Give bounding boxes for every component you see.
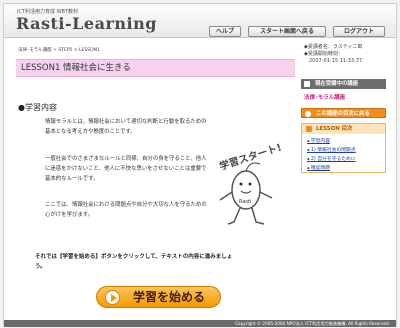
current-course-heading-label: 現在受講中の講座	[315, 81, 359, 87]
back-to-start-button[interactable]: スタート画面へ戻る	[248, 26, 326, 37]
breadcrumb: 法律･モラル講座 > STEP5 > LESSON1	[18, 48, 100, 53]
lesson-title: LESSON1 情報社会に生きる	[16, 59, 295, 77]
lesson-index-link[interactable]: 学習内容	[307, 137, 385, 146]
mascot-name: Rasti	[239, 199, 251, 205]
user-name: ◆受講者名：ラスティ二郎	[304, 44, 363, 50]
play-arrow-icon	[105, 290, 120, 305]
help-button[interactable]: ヘルプ	[209, 26, 241, 37]
square-icon	[304, 81, 310, 87]
lesson-paragraph: 一般社会でのさまざまなルールと同様、自分の身を守ること、他人に迷惑をかけないこと…	[45, 156, 207, 182]
lesson-paragraph: ここでは、情報社会における問題点や自分や大切な人を守るための心がけを学びます。	[45, 202, 207, 218]
page-frame: ICT利活用力育成 WBT教材 Rasti-Learning ヘルプ スタート画…	[3, 3, 397, 327]
lesson-index-link[interactable]: 2) 自分を守るために	[307, 155, 385, 164]
lesson-index-heading-label: LESSON 目次	[316, 126, 353, 132]
current-course-name: 法律･モラル講座	[304, 95, 346, 101]
list-icon	[306, 126, 312, 132]
course-index-label: この講座の目次に戻る	[316, 111, 370, 117]
logout-button[interactable]: ログアウト	[333, 26, 385, 37]
section-title: ●学習内容	[18, 103, 57, 112]
header: ICT利活用力育成 WBT教材 Rasti-Learning ヘルプ スタート画…	[4, 4, 396, 38]
circle-arrow-icon	[305, 111, 311, 117]
start-time-label: ◆受講開始時刻：	[304, 51, 343, 57]
footer: Copyright © 2005-2006 NPO法人 ICT利活用力推進機構.…	[4, 320, 396, 327]
notice-text: それでは【学習を始める】ボタンをクリックして、テキストの内容に進みましょう。	[35, 254, 233, 270]
start-learning-button[interactable]: 学習を始める	[96, 286, 221, 308]
lesson-index-link[interactable]: 確認問題	[307, 164, 385, 173]
user-info: ◆受講者名：ラスティ二郎 ◆受講開始時刻： 2007-01-15 11:33:3…	[304, 44, 362, 65]
lesson-index-panel: LESSON 目次 学習内容 1) 情報社会の問題点 2) 自分を守るために 確…	[301, 123, 386, 173]
start-time-value: 2007-01-15 11:33:37	[309, 58, 363, 64]
mascot-caption: 学習スタート!	[218, 141, 283, 173]
logo: Rasti-Learning	[16, 14, 157, 33]
current-course-heading: 現在受講中の講座	[301, 79, 386, 89]
mascot-illustration: 学習スタート! Rasti	[218, 141, 283, 225]
lesson-paragraph: 情報モラルとは、情報社会において適切な判断と行動を取るための基本となる考え方や態…	[45, 119, 207, 135]
start-learning-label: 学習を始める	[133, 290, 206, 304]
course-index-button[interactable]: この講座の目次に戻る	[301, 108, 386, 118]
lesson-index-link[interactable]: 1) 情報社会の問題点	[307, 146, 385, 155]
lesson-index-heading: LESSON 目次	[302, 124, 385, 134]
